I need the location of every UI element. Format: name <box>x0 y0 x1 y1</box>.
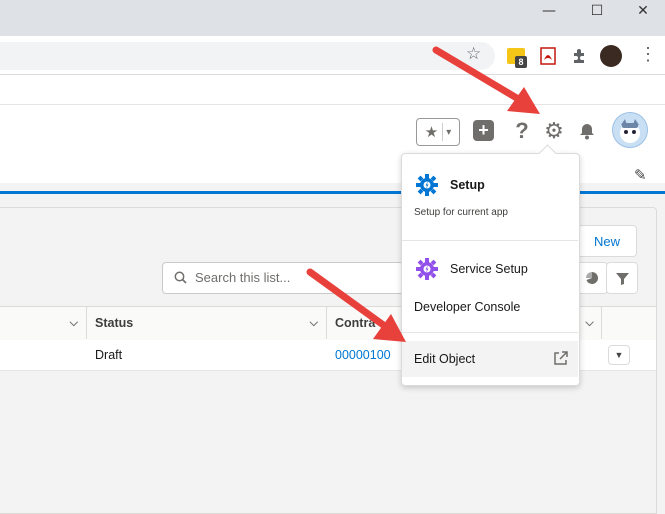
arrow-to-edit-object <box>306 268 406 342</box>
arrow-to-setup-gear <box>432 46 540 114</box>
annotation-arrows <box>306 46 540 342</box>
